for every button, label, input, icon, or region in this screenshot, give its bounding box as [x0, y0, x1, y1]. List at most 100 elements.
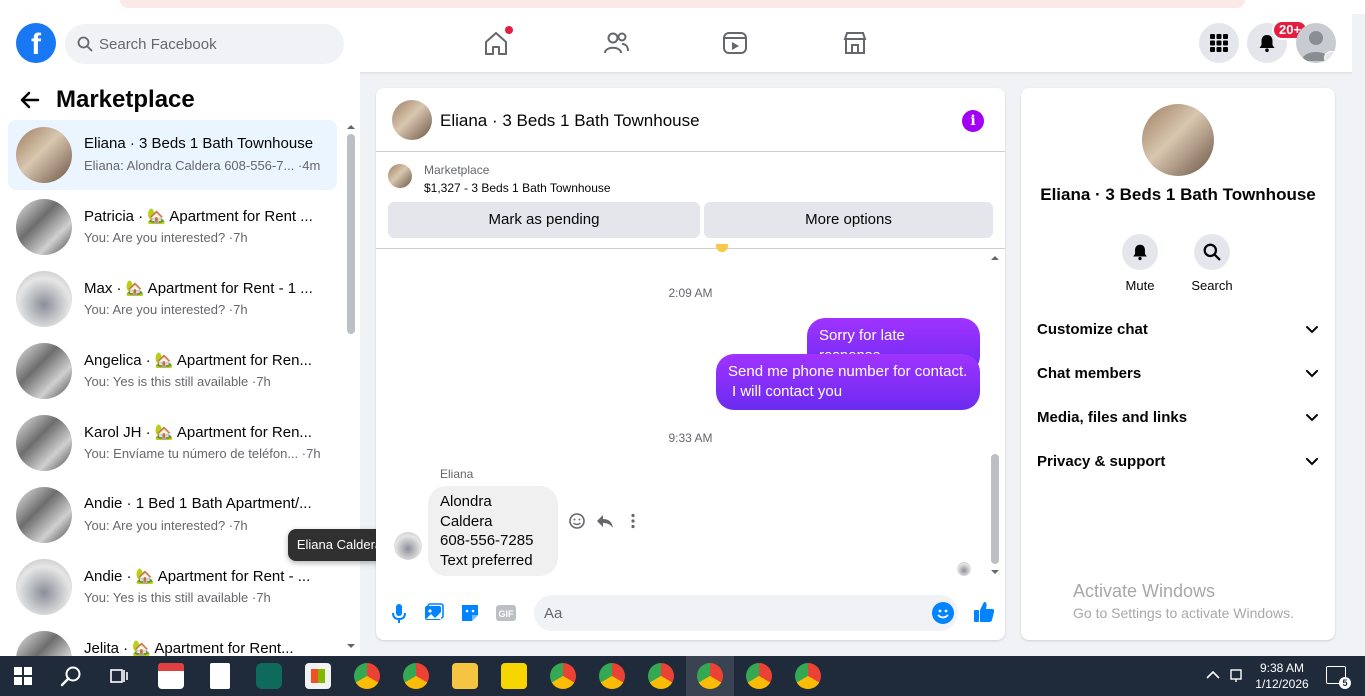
- chat-scrollbar[interactable]: [990, 250, 1000, 580]
- chrome-profile-icon[interactable]: [550, 663, 576, 689]
- marketplace-inbox: Marketplace Eliana · 3 Beds 1 Bath Townh…: [0, 72, 360, 656]
- chrome-icon[interactable]: [354, 663, 380, 689]
- seen-avatar: [957, 562, 971, 576]
- chat-members-section[interactable]: Chat members: [1037, 352, 1319, 396]
- message-line: 608-556-7285: [440, 532, 534, 549]
- listing-source: Marketplace: [424, 163, 490, 177]
- chevron-down-icon: [1306, 458, 1318, 466]
- notification-center-icon[interactable]: 5: [1326, 666, 1351, 689]
- photo-icon[interactable]: [423, 602, 445, 624]
- store-app-icon[interactable]: [305, 663, 331, 689]
- app-s-icon[interactable]: [256, 663, 282, 689]
- more-vertical-icon[interactable]: [624, 512, 642, 530]
- video-icon[interactable]: [720, 28, 750, 58]
- conversation-preview: You: Are you interested? ·7h: [84, 302, 248, 317]
- task-view-icon[interactable]: [109, 666, 129, 686]
- chevron-down-icon: [1306, 370, 1318, 378]
- tray-chevron-up-icon[interactable]: [1206, 670, 1220, 680]
- chrome-profile-icon[interactable]: [599, 663, 625, 689]
- listing-thumbnail: [16, 343, 72, 399]
- details-avatar: [1142, 104, 1214, 176]
- chevron-down-icon: [1306, 326, 1318, 334]
- home-icon[interactable]: [481, 26, 513, 58]
- media-files-section[interactable]: Media, files and links: [1037, 396, 1319, 440]
- menu-grid-button[interactable]: [1199, 23, 1239, 63]
- windows-start-icon[interactable]: [14, 667, 32, 685]
- svg-text:GIF: GIF: [499, 609, 515, 619]
- chrome-profile-icon[interactable]: [746, 663, 772, 689]
- conversation-preview: You: Yes is this still available ·7h: [84, 590, 271, 605]
- like-icon[interactable]: [972, 600, 996, 624]
- conversation-item[interactable]: Andie · 🏡 Apartment for Rent - ... You: …: [8, 552, 337, 622]
- conversation-name: Andie · 🏡 Apartment for Rent - ...: [84, 568, 311, 585]
- search-input[interactable]: [99, 24, 329, 64]
- page-scrollbar[interactable]: [1352, 14, 1365, 656]
- reply-icon[interactable]: [596, 512, 614, 530]
- search-label: Search: [1191, 278, 1233, 293]
- chrome-profile-icon[interactable]: [403, 663, 429, 689]
- watermark-line1: Activate Windows: [1073, 581, 1216, 601]
- friends-icon[interactable]: [601, 28, 631, 58]
- more-options-button[interactable]: More options: [704, 202, 993, 238]
- search-conversation-button[interactable]: Search: [1182, 234, 1242, 293]
- info-icon[interactable]: i: [962, 110, 984, 132]
- file-explorer-icon[interactable]: [452, 663, 478, 689]
- section-label: Privacy & support: [1037, 453, 1166, 470]
- gif-icon[interactable]: GIF: [495, 602, 517, 624]
- message-input[interactable]: [544, 595, 914, 631]
- top-navbar: f 20+: [0, 14, 1352, 72]
- conversation-name: Patricia · 🏡 Apartment for Rent ...: [84, 208, 313, 225]
- sticky-notes-icon[interactable]: [501, 663, 527, 689]
- sticker-icon[interactable]: [459, 602, 481, 624]
- conversation-item[interactable]: Patricia · 🏡 Apartment for Rent ... You:…: [8, 192, 337, 262]
- chat-avatar[interactable]: [392, 100, 432, 140]
- react-icon[interactable]: [568, 512, 586, 530]
- section-label: Chat members: [1037, 365, 1142, 382]
- taskbar-search-icon[interactable]: [60, 665, 82, 687]
- conversation-item[interactable]: Jelita · 🏡 Apartment for Rent...: [8, 624, 337, 656]
- message-input-box[interactable]: [534, 595, 958, 631]
- notepad-app-icon[interactable]: [210, 663, 230, 689]
- mark-pending-button[interactable]: Mark as pending: [388, 202, 700, 238]
- profile-avatar[interactable]: [1296, 23, 1336, 63]
- chrome-profile-icon[interactable]: [795, 663, 821, 689]
- chrome-profile-icon[interactable]: [697, 663, 723, 689]
- conversation-preview: You: Envíame tu número de teléfon... ·7h: [84, 446, 321, 461]
- chat-window: Eliana · 3 Beds 1 Bath Townhouse i Marke…: [376, 88, 1005, 640]
- mute-label: Mute: [1125, 278, 1155, 293]
- conversation-item[interactable]: Angelica · 🏡 Apartment for Ren... You: Y…: [8, 336, 337, 406]
- conversation-name: Karol JH · 🏡 Apartment for Ren...: [84, 424, 312, 441]
- bell-icon: [1133, 244, 1147, 261]
- conversation-item[interactable]: Eliana · 3 Beds 1 Bath Townhouse Eliana:…: [8, 120, 337, 190]
- conversation-item[interactable]: Max · 🏡 Apartment for Rent - 1 ... You: …: [8, 264, 337, 334]
- emoji-icon[interactable]: [932, 602, 954, 624]
- chat-title[interactable]: Eliana · 3 Beds 1 Bath Townhouse: [440, 111, 700, 131]
- chrome-profile-icon[interactable]: [648, 663, 674, 689]
- taskbar-clock[interactable]: 9:38 AM 1/12/2026: [1250, 660, 1314, 692]
- calendar-app-icon[interactable]: [158, 663, 184, 689]
- account-chevron-icon[interactable]: [1324, 51, 1336, 63]
- facebook-logo-icon[interactable]: f: [16, 23, 56, 63]
- chat-header: Eliana · 3 Beds 1 Bath Townhouse i: [376, 88, 1005, 152]
- listing-title[interactable]: $1,327 - 3 Beds 1 Bath Townhouse: [424, 181, 611, 195]
- mute-button[interactable]: Mute: [1110, 234, 1170, 293]
- back-arrow-icon[interactable]: [20, 90, 40, 110]
- home-notification-dot: [505, 26, 513, 34]
- conversation-item[interactable]: Karol JH · 🏡 Apartment for Ren... You: E…: [8, 408, 337, 478]
- sidebar-scroll-thumb[interactable]: [347, 134, 355, 334]
- privacy-support-section[interactable]: Privacy & support: [1037, 440, 1319, 484]
- microphone-icon[interactable]: [388, 602, 410, 624]
- conversation-preview: You: Are you interested? ·7h: [84, 230, 248, 245]
- windows-taskbar: 9:38 AM 1/12/2026 5: [0, 656, 1365, 696]
- clock-date: 1/12/2026: [1255, 677, 1309, 691]
- network-icon[interactable]: [1229, 667, 1245, 683]
- conversation-name: Max · 🏡 Apartment for Rent - 1 ...: [84, 280, 313, 297]
- customize-chat-section[interactable]: Customize chat: [1037, 308, 1319, 352]
- message-list: 2:09 AM Sorry for late response Send me …: [376, 244, 1005, 580]
- marketplace-icon[interactable]: [840, 28, 870, 58]
- browser-bar: [120, 0, 1245, 8]
- sender-avatar[interactable]: [394, 532, 422, 560]
- chat-scroll-thumb[interactable]: [991, 454, 999, 564]
- search-box[interactable]: [65, 24, 344, 64]
- browser-strip: [0, 0, 1365, 14]
